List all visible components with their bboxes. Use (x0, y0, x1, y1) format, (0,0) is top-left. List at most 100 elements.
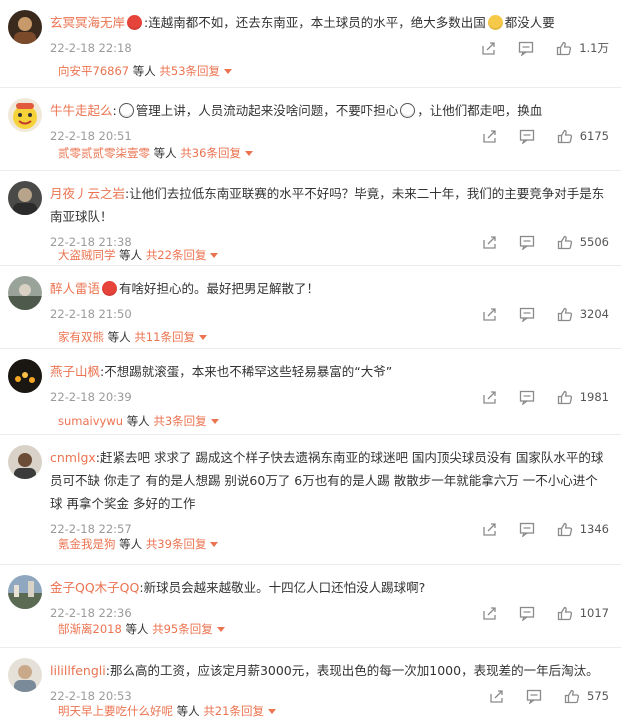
view-replies-link[interactable]: 共95条回复 (152, 622, 225, 636)
panda-icon (118, 103, 134, 118)
reply-summary: 明天早上要吃什么好呢 等人 共21条回复 (58, 700, 609, 722)
comment-item: 金子QQ木子QQ:新球员会越来越敬业。十四亿人口还怕没人踢球啊? 22-2-18… (0, 565, 621, 648)
share-icon (483, 307, 496, 321)
comment-time: 22-2-18 21:50 (50, 307, 132, 321)
reply-username[interactable]: 明天早上要吃什么好呢 (58, 704, 173, 718)
share-icon (483, 390, 496, 404)
reply-button[interactable] (519, 307, 535, 322)
share-icon (482, 41, 495, 55)
comment-icon (519, 307, 534, 322)
angry-face-icon (127, 15, 143, 30)
reply-summary: 氪金我是狗 等人 共39条回复 (58, 533, 609, 555)
view-replies-link[interactable]: 共11条回复 (134, 330, 207, 344)
chevron-down-icon (216, 627, 225, 632)
reply-username[interactable]: 郜渐离2018 (58, 622, 122, 636)
avatar[interactable] (8, 575, 42, 609)
comment-item: lilillfengli:那么高的工资，应该定月薪3000元，表现出色的每一次加… (0, 648, 621, 725)
share-button[interactable] (482, 390, 497, 405)
comment-text: 牛牛走起么: 管理上讲，人员流动起来没啥问题，不要吓担心 ，让他们都走吧，换血 (50, 103, 543, 118)
like-button[interactable]: 1981 (557, 386, 609, 408)
comment-username[interactable]: 醉人雷语 (50, 281, 100, 296)
comment-item: 玄冥冥海无岸:连越南都不如，还去东南亚，本土球员的水平，绝大多数出国 都没人要 2… (0, 0, 621, 88)
view-replies-link[interactable]: 共39条回复 (146, 537, 219, 551)
comment-item: 燕子山枫:不想踢就滚蛋，本来也不稀罕这些轻易暴富的“大爷” 22-2-18 20… (0, 349, 621, 435)
angry-face-icon (102, 281, 118, 296)
chevron-down-icon (244, 151, 253, 156)
view-replies-link[interactable]: 共53条回复 (159, 64, 233, 78)
reply-summary: 大盗贼同学 等人 共22条回复 (58, 244, 609, 266)
reply-summary: sumaivywu 等人 共3条回复 (58, 410, 609, 432)
reply-username[interactable]: 家有双熊 (58, 330, 104, 344)
comment-icon (519, 41, 534, 56)
reply-username[interactable]: 向安平76867 (58, 64, 129, 78)
chevron-down-icon (224, 69, 233, 74)
comment-text: 玄冥冥海无岸:连越南都不如，还去东南亚，本土球员的水平，绝大多数出国 都没人要 (50, 15, 555, 30)
chevron-down-icon (267, 709, 276, 714)
laugh-cry-icon (487, 15, 503, 30)
comment-username[interactable]: 玄冥冥海无岸 (50, 15, 125, 30)
comment-actions: 1981 (460, 386, 609, 408)
avatar[interactable] (8, 445, 42, 479)
comment-meta: 22-2-18 20:39 1981 (50, 386, 609, 408)
reply-button[interactable] (518, 41, 534, 56)
comment-username[interactable]: 燕子山枫 (50, 364, 100, 379)
chevron-down-icon (198, 335, 207, 340)
comment-item: 牛牛走起么: 管理上讲，人员流动起来没啥问题，不要吓担心 ，让他们都走吧，换血 22… (0, 88, 621, 171)
comment-text: 月夜丿云之岩:让他们去拉低东南亚联赛的水平不好吗？毕竟，未来二十年，我们的主要竞… (50, 186, 605, 224)
comment-username[interactable]: lilillfengli (50, 663, 106, 678)
comment-text: 金子QQ木子QQ:新球员会越来越敬业。十四亿人口还怕没人踢球啊? (50, 580, 426, 595)
avatar[interactable] (8, 359, 42, 393)
chevron-down-icon (210, 419, 219, 424)
comment-username[interactable]: 牛牛走起么 (50, 103, 113, 118)
comment-item: 月夜丿云之岩:让他们去拉低东南亚联赛的水平不好吗？毕竟，未来二十年，我们的主要竞… (0, 171, 621, 266)
comment-text: cnmlgx:赶紧去吧 求求了 踢成这个样子快去遗祸东南亚的球迷吧 国内顶尖球员… (50, 450, 604, 511)
reply-username[interactable]: sumaivywu (58, 414, 123, 428)
avatar[interactable] (8, 658, 42, 692)
share-button[interactable] (482, 307, 497, 322)
avatar[interactable] (8, 276, 42, 310)
comment-time: 22-2-18 22:18 (50, 41, 132, 55)
comment-icon (519, 390, 534, 405)
comment-text: 燕子山枫:不想踢就滚蛋，本来也不稀罕这些轻易暴富的“大爷” (50, 364, 393, 379)
comment-text: lilillfengli:那么高的工资，应该定月薪3000元，表现出色的每一次加… (50, 663, 599, 678)
reply-summary: 向安平76867 等人 共53条回复 (58, 60, 609, 82)
comment-list: 玄冥冥海无岸:连越南都不如，还去东南亚，本土球员的水平，绝大多数出国 都没人要 2… (0, 0, 621, 725)
avatar[interactable] (8, 181, 42, 215)
like-button[interactable]: 3204 (557, 303, 609, 325)
chevron-down-icon (210, 253, 219, 258)
reply-username[interactable]: 氪金我是狗 (58, 537, 116, 551)
comment-meta: 22-2-18 22:18 1.1万 (50, 37, 609, 59)
reply-username[interactable]: 贰零贰贰零柒壹零 (58, 146, 150, 160)
like-count: 3204 (579, 307, 609, 321)
avatar[interactable] (8, 10, 42, 44)
like-button[interactable]: 1.1万 (556, 37, 609, 59)
view-replies-link[interactable]: 共3条回复 (153, 414, 219, 428)
comment-item: cnmlgx:赶紧去吧 求求了 踢成这个样子快去遗祸东南亚的球迷吧 国内顶尖球员… (0, 435, 621, 565)
reply-summary: 家有双熊 等人 共11条回复 (58, 326, 609, 348)
comment-text: 醉人雷语 有啥好担心的。最好把男足解散了！ (50, 281, 320, 296)
comment-item: 醉人雷语 有啥好担心的。最好把男足解散了！ 22-2-18 21:50 3204 … (0, 266, 621, 349)
reply-summary: 郜渐离2018 等人 共95条回复 (58, 618, 609, 640)
comment-time: 22-2-18 20:39 (50, 390, 132, 404)
comment-actions: 3204 (460, 303, 609, 325)
view-replies-link[interactable]: 共21条回复 (203, 704, 276, 718)
chevron-down-icon (210, 542, 219, 547)
thumbs-up-icon (557, 41, 572, 55)
comment-actions: 1.1万 (459, 37, 609, 59)
like-count: 1.1万 (579, 41, 609, 55)
reply-button[interactable] (519, 390, 535, 405)
comment-username[interactable]: 月夜丿云之岩 (50, 186, 125, 201)
view-replies-link[interactable]: 共22条回复 (146, 248, 219, 262)
comment-username[interactable]: cnmlgx (50, 450, 96, 465)
thumbs-up-icon (557, 307, 572, 321)
panda-icon (400, 103, 416, 118)
view-replies-link[interactable]: 共36条回复 (180, 146, 253, 160)
reply-username[interactable]: 大盗贼同学 (58, 248, 116, 262)
share-button[interactable] (481, 41, 496, 56)
reply-summary: 贰零贰贰零柒壹零 等人 共36条回复 (58, 142, 609, 164)
comment-meta: 22-2-18 21:50 3204 (50, 303, 609, 325)
thumbs-up-icon (557, 390, 572, 404)
comment-username[interactable]: 金子QQ木子QQ (50, 580, 139, 595)
avatar[interactable] (8, 98, 42, 132)
like-count: 1981 (579, 390, 609, 404)
